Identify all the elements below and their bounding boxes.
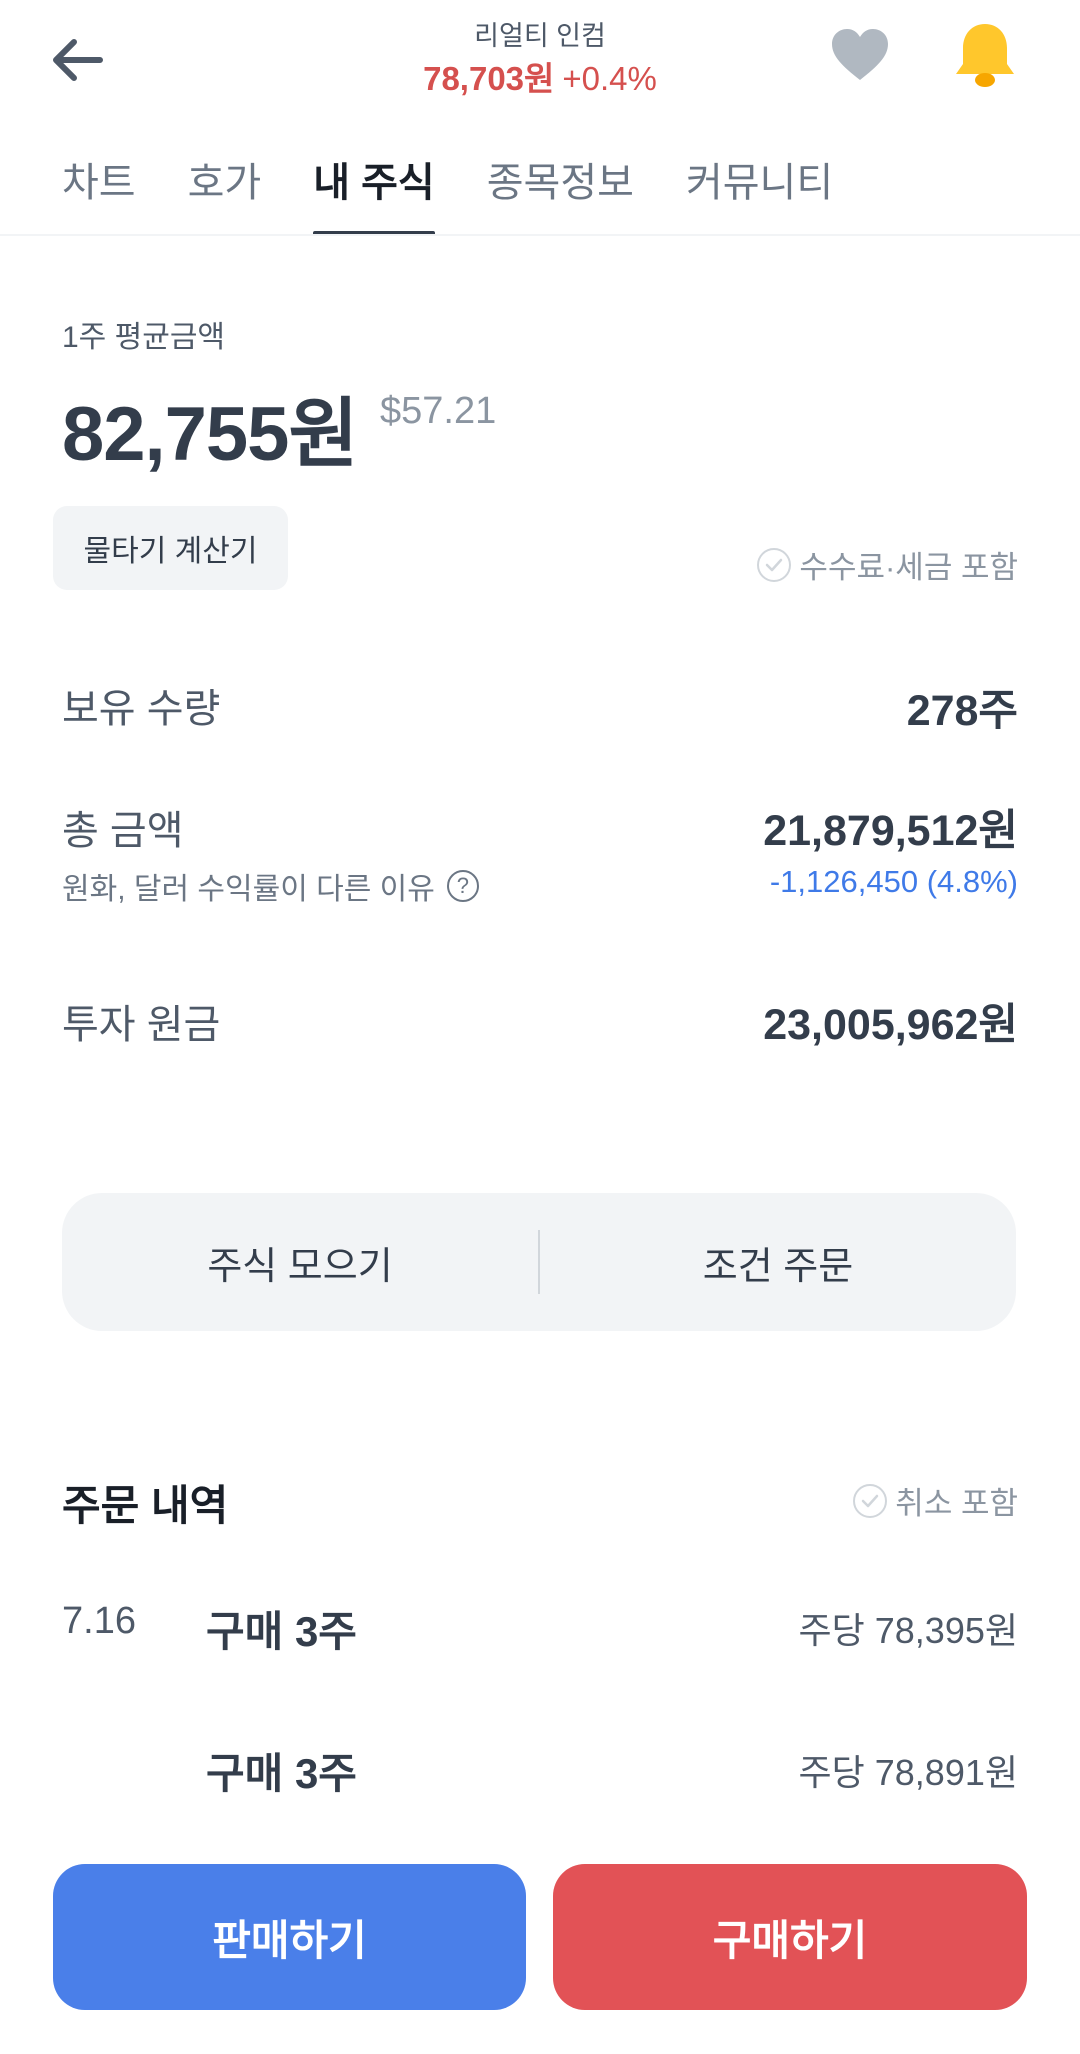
principal-value: 23,005,962원 bbox=[763, 1001, 1018, 1049]
tab-my-stock[interactable]: 내 주식 bbox=[313, 150, 435, 236]
quantity-label: 보유 수량 bbox=[62, 687, 221, 731]
quantity-value: 278주 bbox=[906, 687, 1018, 735]
tab-community[interactable]: 커뮤니티 bbox=[686, 150, 833, 236]
principal-label: 투자 원금 bbox=[62, 1003, 221, 1047]
stock-name: 리얼티 인컴 bbox=[474, 21, 606, 51]
avg-price-label: 1주 평균금액 bbox=[62, 321, 226, 354]
question-icon: ? bbox=[446, 870, 479, 902]
include-cancel-label: 취소 포함 bbox=[895, 1486, 1018, 1521]
alert-button[interactable] bbox=[952, 20, 1018, 90]
conditional-order-button[interactable]: 조건 주문 bbox=[540, 1235, 1016, 1290]
tab-chart[interactable]: 차트 bbox=[62, 150, 136, 236]
fee-tax-toggle[interactable]: 수수료·세금 포함 bbox=[757, 542, 1018, 587]
sell-button[interactable]: 판매하기 bbox=[53, 1864, 526, 2010]
check-circle-icon bbox=[757, 547, 792, 582]
price-value: 78,703원 bbox=[423, 60, 555, 97]
order-description[interactable]: 구매 3주 bbox=[206, 1598, 357, 1659]
order-date: 7.16 bbox=[62, 1600, 136, 1642]
tab-stock-info[interactable]: 종목정보 bbox=[487, 150, 634, 236]
avg-price-value: 82,755원 bbox=[62, 392, 358, 477]
fee-tax-label: 수수료·세금 포함 bbox=[799, 550, 1018, 585]
tab-divider bbox=[0, 234, 1080, 236]
current-price: 78,703원 +0.4% bbox=[0, 52, 1080, 100]
tab-bar: 차트 호가 내 주식 종목정보 커뮤니티 bbox=[62, 150, 885, 236]
order-action-group: 주식 모으기 조건 주문 bbox=[62, 1193, 1016, 1331]
avg-price-usd: $57.21 bbox=[380, 390, 497, 432]
collect-stock-button[interactable]: 주식 모으기 bbox=[62, 1235, 538, 1290]
include-cancel-toggle[interactable]: 취소 포함 bbox=[853, 1478, 1018, 1523]
order-price: 주당 78,395원 bbox=[798, 1610, 1018, 1651]
profit-loss-value: -1,126,450 (4.8%) bbox=[769, 864, 1018, 899]
total-amount-label: 총 금액 bbox=[62, 809, 184, 853]
order-history-title: 주문 내역 bbox=[62, 1482, 229, 1529]
favorite-button[interactable] bbox=[828, 24, 892, 88]
check-circle-icon bbox=[853, 1483, 888, 1518]
buy-button[interactable]: 구매하기 bbox=[553, 1864, 1027, 2010]
total-amount-value: 21,879,512원 bbox=[763, 807, 1018, 855]
averaging-calculator-button[interactable]: 물타기 계산기 bbox=[53, 506, 288, 590]
price-change: +0.4% bbox=[562, 60, 657, 97]
fx-return-label: 원화, 달러 수익률이 다른 이유 bbox=[62, 873, 435, 906]
order-description[interactable]: 구매 3주 bbox=[206, 1740, 357, 1801]
order-price: 주당 78,891원 bbox=[798, 1752, 1018, 1793]
tab-orderbook[interactable]: 호가 bbox=[188, 150, 262, 236]
bell-icon bbox=[956, 24, 1014, 87]
heart-icon bbox=[832, 29, 888, 80]
fx-return-info[interactable]: 원화, 달러 수익률이 다른 이유 ? bbox=[62, 864, 479, 908]
